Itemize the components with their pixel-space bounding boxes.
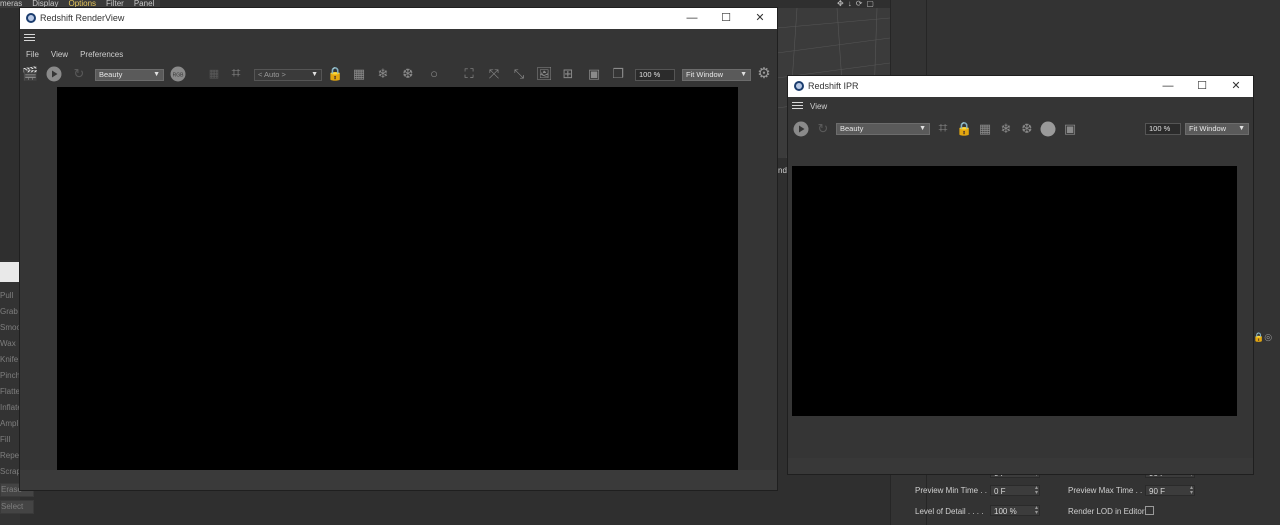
renderview-titlebar[interactable]: Redshift RenderView — ☐ ✕ xyxy=(20,8,777,29)
bg-menu-filter[interactable]: Filter xyxy=(106,0,124,8)
preview-max-time-label: Preview Max Time . . xyxy=(1068,486,1143,495)
level-of-detail-label: Level of Detail . . . . xyxy=(915,507,984,516)
lock-icon[interactable]: 🔒 xyxy=(956,121,972,137)
maximize-icon[interactable]: ☐ xyxy=(1185,76,1219,97)
snapshot-icon[interactable]: ▣ xyxy=(1062,121,1078,137)
crop-icon[interactable]: ⌗ xyxy=(935,121,951,137)
svg-text:RGB: RGB xyxy=(173,73,185,79)
ipr-image-area[interactable] xyxy=(792,166,1237,416)
region-auto-dropdown[interactable]: < Auto > ▼ xyxy=(254,69,322,81)
renderview-statusbar xyxy=(20,470,777,490)
minimize-icon[interactable]: — xyxy=(675,8,709,29)
panel-lock-icons[interactable]: 🔒◎ xyxy=(1253,332,1272,343)
menu-view[interactable]: View xyxy=(51,50,68,59)
grid-icon[interactable]: ▦ xyxy=(351,66,367,82)
lock-icon[interactable]: 🔒 xyxy=(327,66,343,82)
ipr-toolbar: ↻ Beauty ▼ ⌗ 🔒 ▦ ❄ ❆ ▣ 100 % Fit Window ▼ xyxy=(788,121,1253,143)
bg-menu-panel[interactable]: Panel xyxy=(134,0,154,8)
preview-min-time-label: Preview Min Time . . xyxy=(915,486,988,495)
ipr-fit-dropdown[interactable]: Fit Window ▼ xyxy=(1185,123,1249,135)
refresh-icon[interactable]: ↻ xyxy=(71,66,87,82)
background-white-field xyxy=(0,262,20,282)
bg-menu-display[interactable]: Display xyxy=(32,0,58,8)
play-render-icon[interactable] xyxy=(46,66,62,82)
snowflake-icon[interactable]: ❄ xyxy=(375,66,391,82)
crop-icon[interactable]: ⌗ xyxy=(228,66,244,82)
redshift-logo-icon xyxy=(26,13,36,23)
renderview-zoom-field[interactable]: 100 % xyxy=(635,69,675,81)
settings-gear-icon[interactable]: ⚙ xyxy=(756,66,772,82)
circle-icon[interactable]: ○ xyxy=(426,66,442,82)
ipr-statusbar xyxy=(788,458,1253,474)
bg-menu-options[interactable]: Options xyxy=(68,0,96,8)
fit-frame-icon[interactable]: ⛶ xyxy=(461,66,477,82)
renderview-fit-dropdown[interactable]: Fit Window ▼ xyxy=(682,69,751,81)
redshift-logo-icon xyxy=(794,81,804,91)
snowflake-multi-icon[interactable]: ❆ xyxy=(1019,121,1035,137)
image-icon[interactable]: 🖼 xyxy=(536,66,553,82)
play-render-icon[interactable] xyxy=(793,121,809,137)
background-menubar: meras Display Options Filter Panel xyxy=(0,0,160,8)
snowflake-multi-icon[interactable]: ❆ xyxy=(400,66,416,82)
copy-icon[interactable]: ❐ xyxy=(610,66,626,82)
snapshot-icon[interactable]: ▣ xyxy=(586,66,602,82)
tool-select-button[interactable]: Select xyxy=(0,500,34,514)
renderview-toolbar: 🎬 ↻ Beauty ▼ RGB ▦ ⌗ < Auto > ▼ 🔒 ▦ ❄ ❆ ○ … xyxy=(20,66,777,88)
ipr-aov-dropdown[interactable]: Beauty ▼ xyxy=(836,123,930,135)
ipr-menubar: View xyxy=(804,102,1253,111)
menu-preferences[interactable]: Preferences xyxy=(80,50,123,59)
preview-max-time-field[interactable]: 90 F ▴ ▾ xyxy=(1145,485,1195,496)
bg-menu-cameras[interactable]: meras xyxy=(0,0,22,8)
add-snapshot-icon[interactable]: ⊞ xyxy=(560,66,576,82)
renderview-menubar: File View Preferences xyxy=(20,50,777,59)
maximize-icon[interactable]: ☐ xyxy=(709,8,743,29)
menu-view[interactable]: View xyxy=(810,102,827,111)
grid-icon[interactable]: ▦ xyxy=(977,121,993,137)
ipr-window: Redshift IPR — ☐ ✕ View ↻ Beauty ▼ ⌗ 🔒 ▦ … xyxy=(788,76,1253,474)
ipr-titlebar[interactable]: Redshift IPR — ☐ ✕ xyxy=(788,76,1253,97)
no-scale-icon[interactable]: ⤡ xyxy=(511,66,527,82)
hamburger-menu-icon[interactable] xyxy=(792,102,803,110)
render-lod-label: Render LOD in Editor xyxy=(1068,507,1145,516)
level-of-detail-field[interactable]: 100 % ▴ ▾ xyxy=(990,505,1040,516)
project-attributes: Minimum Time . . . 0 F▴▾ Maximum Time . … xyxy=(905,466,1280,525)
refresh-icon[interactable]: ↻ xyxy=(815,121,831,137)
viewport-nav-icons[interactable]: ✥↓⟳▢ xyxy=(837,0,879,8)
ipr-title: Redshift IPR xyxy=(808,81,859,91)
circle-filled-icon[interactable] xyxy=(1040,121,1056,137)
renderview-window: Redshift RenderView — ☐ ✕ File View Pref… xyxy=(20,8,777,490)
hamburger-menu-icon[interactable] xyxy=(24,34,35,42)
clapperboard-icon[interactable]: 🎬 xyxy=(22,66,38,82)
minimize-icon[interactable]: — xyxy=(1151,76,1185,97)
checker-icon[interactable]: ▦ xyxy=(206,66,222,82)
rgb-channel-icon[interactable]: RGB xyxy=(170,66,186,82)
renderview-aov-dropdown[interactable]: Beauty ▼ xyxy=(95,69,164,81)
ipr-zoom-field[interactable]: 100 % xyxy=(1145,123,1181,135)
close-icon[interactable]: ✕ xyxy=(743,8,777,29)
expand-icon[interactable]: ⤧ xyxy=(486,66,502,82)
renderview-title: Redshift RenderView xyxy=(40,13,125,23)
snowflake-icon[interactable]: ❄ xyxy=(998,121,1014,137)
menu-file[interactable]: File xyxy=(26,50,39,59)
bg-side-label: nd xyxy=(778,166,787,175)
close-icon[interactable]: ✕ xyxy=(1219,76,1253,97)
preview-min-time-field[interactable]: 0 F ▴ ▾ xyxy=(990,485,1040,496)
renderview-image-area[interactable] xyxy=(57,87,738,470)
render-lod-checkbox[interactable] xyxy=(1145,506,1154,515)
